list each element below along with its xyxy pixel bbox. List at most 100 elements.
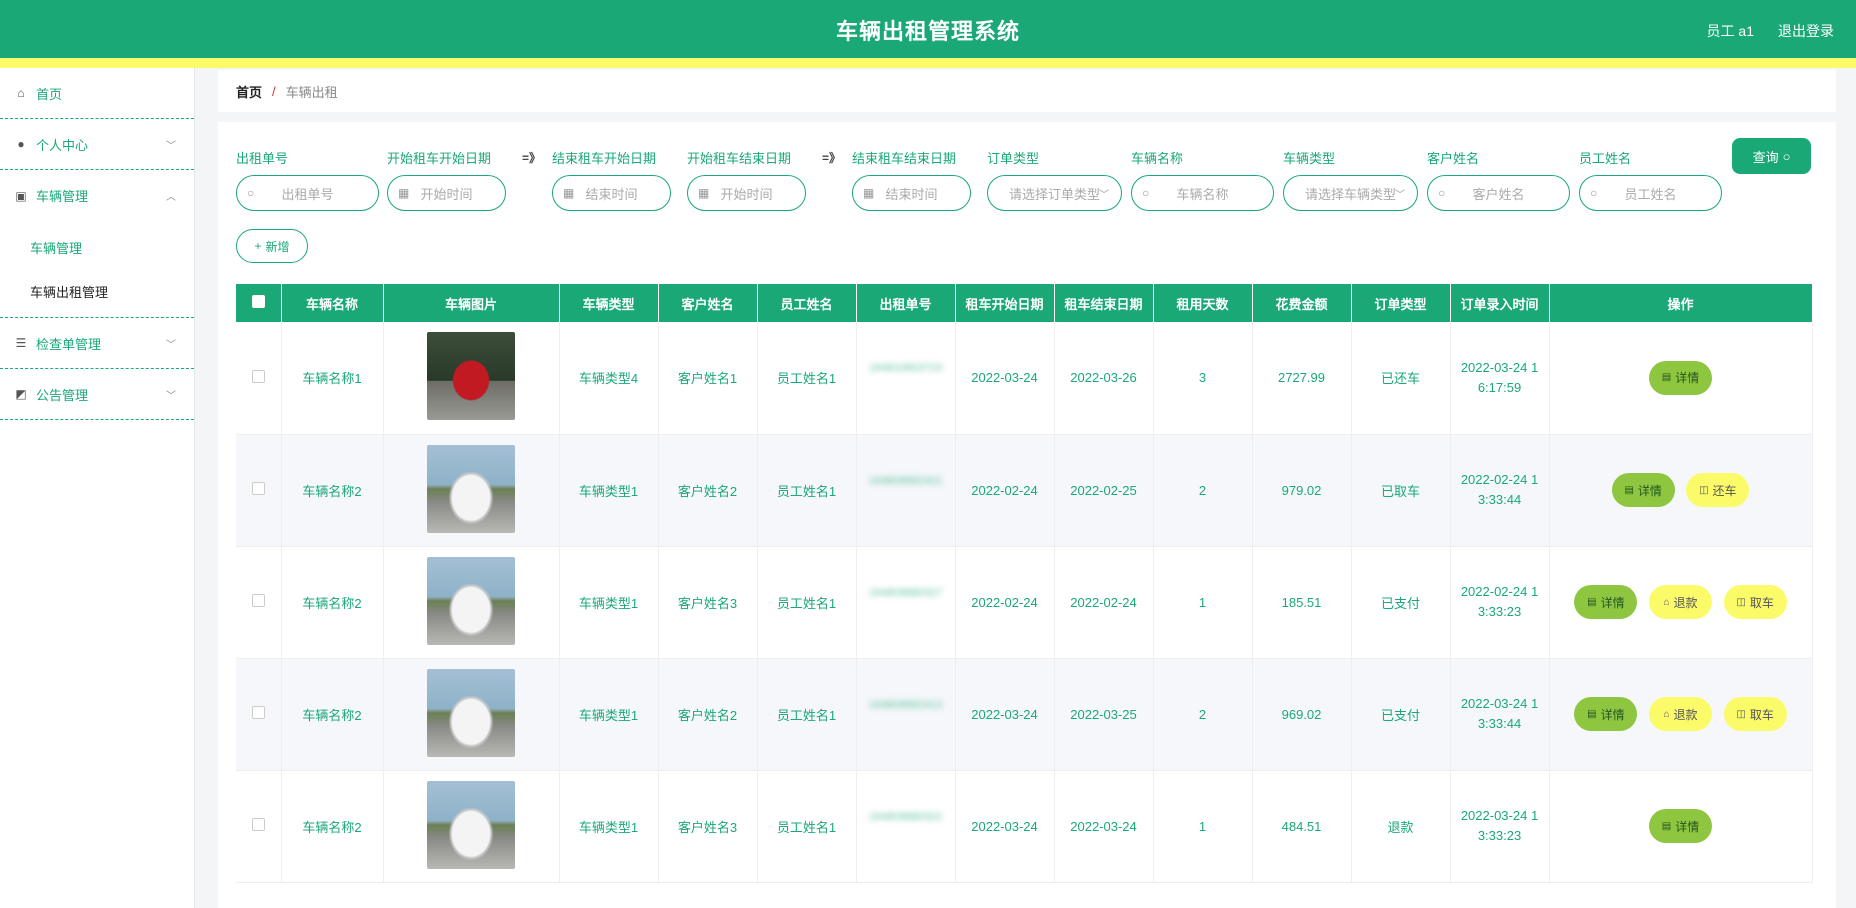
chevron-down-icon: ﹀	[1099, 190, 1109, 201]
order-no-blurred: 164809880322	[868, 810, 943, 823]
search-icon: ○	[1438, 186, 1446, 200]
row-checkbox[interactable]	[251, 706, 265, 719]
detail-button[interactable]: ▤ 详情	[1611, 473, 1675, 507]
cost-cell: 2727.99	[1252, 322, 1352, 435]
start-date-cell: 2022-03-24	[955, 770, 1055, 883]
start-start-date-input[interactable]: ▦ 开始时间	[387, 175, 506, 211]
time-line: 2022-02-24 1	[1460, 472, 1539, 487]
detail-button[interactable]: ▤ 详情	[1574, 585, 1638, 619]
row-checkbox[interactable]	[251, 818, 265, 831]
sidebar-subitem-vehicle-rental[interactable]: 车辆出租管理	[0, 269, 194, 313]
order-no-cell: 164810803723	[856, 322, 956, 435]
vehicle-name-cell: 车辆名称2	[281, 546, 384, 659]
end-date-cell: 2022-03-25	[1054, 658, 1154, 771]
order-type-select[interactable]: 请选择订单类型 ﹀	[987, 175, 1122, 211]
customer-name-input[interactable]: ○ 客户姓名	[1427, 175, 1570, 211]
logout-link[interactable]: 退出登录	[1778, 21, 1834, 41]
add-button[interactable]: + 新增	[236, 229, 308, 263]
vehicle-image-cell	[383, 546, 560, 659]
sidebar-item-vehicle[interactable]: ▣ 车辆管理 ︿	[0, 170, 194, 221]
pickup-button[interactable]: ◫ 取车	[1723, 697, 1787, 731]
calendar-icon: ▦	[863, 186, 875, 200]
add-button-label: 新增	[265, 239, 290, 254]
column-header: 花费金额	[1252, 284, 1352, 322]
detail-button[interactable]: ▤ 详情	[1649, 360, 1712, 395]
actions-cell: ▤ 详情 ⌂ 退款 ◫ 取车	[1549, 658, 1813, 771]
sidebar-item-personal[interactable]: ● 个人中心 ﹀	[0, 119, 194, 170]
start-end-date-input[interactable]: ▦ 开始时间	[687, 175, 806, 211]
row-select-cell	[236, 434, 282, 547]
start-date-cell: 2022-02-24	[955, 546, 1055, 659]
order-no-input[interactable]: ○ 出租单号	[236, 175, 379, 211]
start-date-cell: 2022-03-24	[955, 658, 1055, 771]
end-end-date-input[interactable]: ▦ 结束时间	[852, 175, 971, 211]
end-date-cell: 2022-03-26	[1054, 322, 1154, 435]
order-no-blurred: 164810803723	[868, 362, 943, 375]
order-no-cell: 164809880327	[856, 546, 956, 659]
vehicle-name-cell: 车辆名称2	[281, 434, 384, 547]
filter-start-start: 开始租车开始日期 ▦ 开始时间	[387, 148, 506, 211]
detail-button[interactable]: ▤ 详情	[1649, 809, 1712, 843]
range-arrow: =》	[522, 151, 542, 165]
order-no-cell: 164809880322	[856, 770, 956, 883]
end-date-cell: 2022-02-24	[1054, 546, 1154, 659]
breadcrumb: 首页 / 车辆出租	[218, 70, 1836, 112]
days-cell: 3	[1153, 322, 1253, 435]
filter-label: 出租单号	[236, 151, 289, 166]
filter-end-end: 结束租车结束日期 ▦ 结束时间	[852, 148, 971, 211]
vehicle-image	[427, 780, 515, 869]
time-line: 3:33:44	[1477, 492, 1522, 507]
sidebar-item-inspection[interactable]: ☰ 检查单管理 ﹀	[0, 318, 194, 369]
vehicle-name-input[interactable]: ○ 车辆名称	[1131, 175, 1274, 211]
pickup-button[interactable]: ◫ 取车	[1723, 585, 1787, 619]
query-button[interactable]: 查询 ○	[1732, 138, 1811, 174]
column-header: 车辆图片	[383, 284, 560, 322]
calendar-icon: ▦	[398, 186, 410, 200]
row-checkbox[interactable]	[251, 594, 265, 607]
filter-label: 开始租车开始日期	[387, 151, 492, 166]
refund-button[interactable]: ⌂ 退款	[1649, 585, 1712, 619]
car-icon: ▣	[15, 188, 27, 203]
breadcrumb-separator: /	[272, 83, 276, 99]
action-label: 详情	[1600, 707, 1625, 722]
time-line: 2022-03-24 1	[1460, 359, 1539, 375]
user-icon: ●	[17, 137, 25, 151]
action-label: 详情	[1675, 371, 1700, 386]
input-placeholder: 开始时间	[420, 186, 473, 202]
document-icon: ▤	[1661, 820, 1672, 832]
time-line: 3:33:44	[1477, 716, 1522, 731]
row-select-cell	[236, 322, 282, 435]
sidebar-item-notice[interactable]: ◩ 公告管理 ﹀	[0, 369, 194, 420]
end-start-date-input[interactable]: ▦ 结束时间	[552, 175, 671, 211]
rental-table: 车辆名称 车辆图片 车辆类型 客户姓名 员工姓名 出租单号 租车开始日期 租车结…	[236, 284, 1813, 883]
end-date-cell: 2022-02-25	[1054, 434, 1154, 547]
column-header: 车辆名称	[281, 284, 384, 322]
action-label: 退款	[1673, 595, 1698, 610]
row-checkbox[interactable]	[251, 482, 265, 495]
input-placeholder: 结束时间	[585, 186, 638, 202]
vehicle-image-cell	[383, 322, 560, 435]
staff-name-input[interactable]: ○ 员工姓名	[1579, 175, 1722, 211]
sidebar-item-home[interactable]: ⌂ 首页	[0, 68, 194, 119]
return-car-button[interactable]: ◫ 还车	[1686, 473, 1750, 507]
vehicle-image	[427, 668, 515, 757]
sidebar-item-label: 首页	[36, 86, 63, 102]
select-all-checkbox[interactable]	[251, 295, 265, 308]
document-icon: ▤	[1587, 596, 1597, 608]
select-placeholder: 请选择车辆类型	[1304, 186, 1396, 202]
input-placeholder: 开始时间	[720, 186, 773, 202]
action-label: 还车	[1712, 483, 1737, 498]
vehicle-type-select[interactable]: 请选择车辆类型 ﹀	[1283, 175, 1418, 211]
detail-button[interactable]: ▤ 详情	[1574, 697, 1638, 731]
filter-start-end: 开始租车结束日期 ▦ 开始时间	[687, 148, 806, 211]
plus-icon: +	[254, 239, 262, 253]
days-cell: 1	[1153, 546, 1253, 659]
column-header: 租车结束日期	[1054, 284, 1154, 322]
filter-end-start: 结束租车开始日期 ▦ 结束时间	[552, 148, 671, 211]
refund-button[interactable]: ⌂ 退款	[1649, 697, 1712, 731]
row-checkbox[interactable]	[251, 369, 265, 383]
sidebar-subitem-vehicle-manage[interactable]: 车辆管理	[0, 225, 194, 269]
vehicle-image-cell	[383, 770, 560, 883]
vehicle-type-cell: 车辆类型1	[559, 546, 659, 659]
breadcrumb-home[interactable]: 首页	[236, 82, 262, 101]
